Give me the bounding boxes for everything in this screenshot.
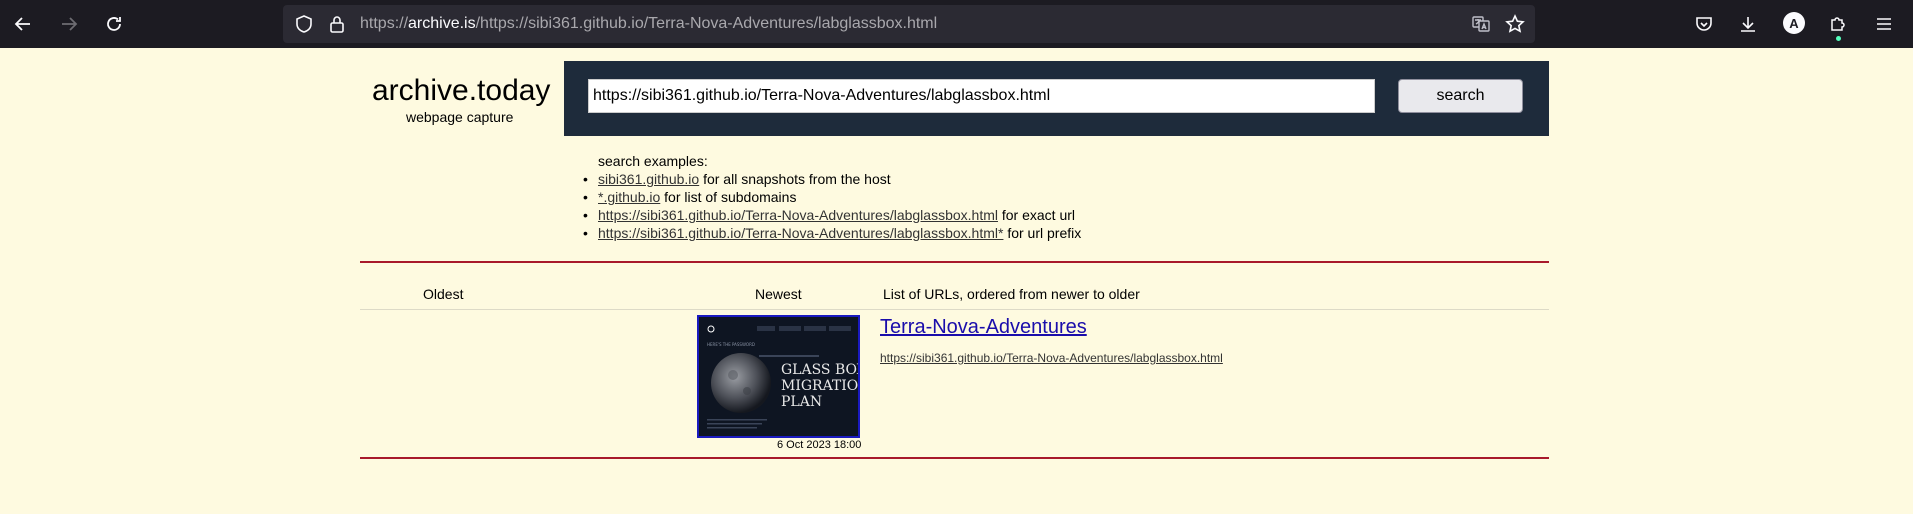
translate-icon[interactable] (1471, 14, 1491, 34)
shield-icon[interactable] (294, 14, 314, 34)
lock-icon[interactable] (327, 14, 347, 34)
menu-hamburger-icon[interactable] (1870, 10, 1898, 38)
site-logo-subtitle: webpage capture (406, 109, 514, 125)
column-header-url-list: List of URLs, ordered from newer to olde… (883, 286, 1140, 302)
thumbnail-eyebrow-text: HERE'S THE PASSWORD (707, 342, 755, 347)
bookmark-star-icon[interactable] (1505, 14, 1525, 34)
search-input[interactable] (588, 79, 1375, 113)
back-arrow-icon[interactable] (9, 10, 37, 38)
example-link-url-prefix[interactable]: https://sibi361.github.io/Terra-Nova-Adv… (598, 225, 1003, 241)
example-description: for exact url (997, 207, 1076, 223)
result-url-link[interactable]: https://sibi361.github.io/Terra-Nova-Adv… (880, 351, 1223, 365)
snapshot-date: 6 Oct 2023 18:00 (777, 439, 862, 451)
example-link-host[interactable]: sibi361.github.io (598, 171, 699, 187)
example-item: *.github.io for list of subdomains (580, 188, 1081, 206)
browser-toolbar: https://archive.is/https://sibi361.githu… (0, 0, 1913, 48)
account-avatar[interactable]: A (1783, 12, 1805, 34)
example-description: for all snapshots from the host (699, 171, 891, 187)
search-examples-heading: search examples: (598, 153, 708, 169)
example-description: for url prefix (1003, 225, 1082, 241)
forward-arrow-icon[interactable] (55, 10, 83, 38)
thumbnail-headline-line2: MIGRATION (781, 378, 858, 394)
reload-icon[interactable] (100, 10, 128, 38)
result-title-link[interactable]: Terra-Nova-Adventures (880, 316, 1087, 339)
address-bar[interactable]: https://archive.is/https://sibi361.githu… (283, 5, 1535, 43)
search-examples: search examples: sibi361.github.io for a… (580, 152, 1081, 242)
thumbnail-headline-line3: PLAN (781, 394, 822, 410)
column-header-newest: Newest (755, 286, 802, 302)
example-item: sibi361.github.io for all snapshots from… (580, 170, 1081, 188)
column-header-oldest: Oldest (423, 286, 464, 302)
search-button[interactable]: search (1398, 79, 1523, 113)
url-text[interactable]: https://archive.is/https://sibi361.githu… (360, 15, 937, 33)
url-path: /https://sibi361.github.io/Terra-Nova-Ad… (475, 15, 938, 32)
divider-bottom (360, 457, 1549, 459)
example-item: https://sibi361.github.io/Terra-Nova-Adv… (580, 206, 1081, 224)
example-item: https://sibi361.github.io/Terra-Nova-Adv… (580, 224, 1081, 242)
snapshot-thumbnail[interactable]: HERE'S THE PASSWORD GLASS BOX MIGRATION … (697, 315, 860, 438)
table-header-divider (360, 309, 1549, 310)
pocket-icon[interactable] (1690, 10, 1718, 38)
search-panel: search (564, 61, 1549, 136)
extension-badge-dot (1836, 36, 1841, 41)
divider-top (360, 261, 1549, 263)
downloads-icon[interactable] (1734, 10, 1762, 38)
example-description: for list of subdomains (660, 189, 797, 205)
url-host: archive.is (408, 15, 476, 32)
thumbnail-headline-line1: GLASS BOX (781, 362, 858, 378)
example-link-subdomains[interactable]: *.github.io (598, 189, 660, 205)
url-scheme: https:// (360, 15, 409, 32)
site-logo-title[interactable]: archive.today (372, 74, 550, 108)
extensions-puzzle-icon[interactable] (1824, 10, 1852, 38)
example-link-exact-url[interactable]: https://sibi361.github.io/Terra-Nova-Adv… (598, 207, 998, 223)
